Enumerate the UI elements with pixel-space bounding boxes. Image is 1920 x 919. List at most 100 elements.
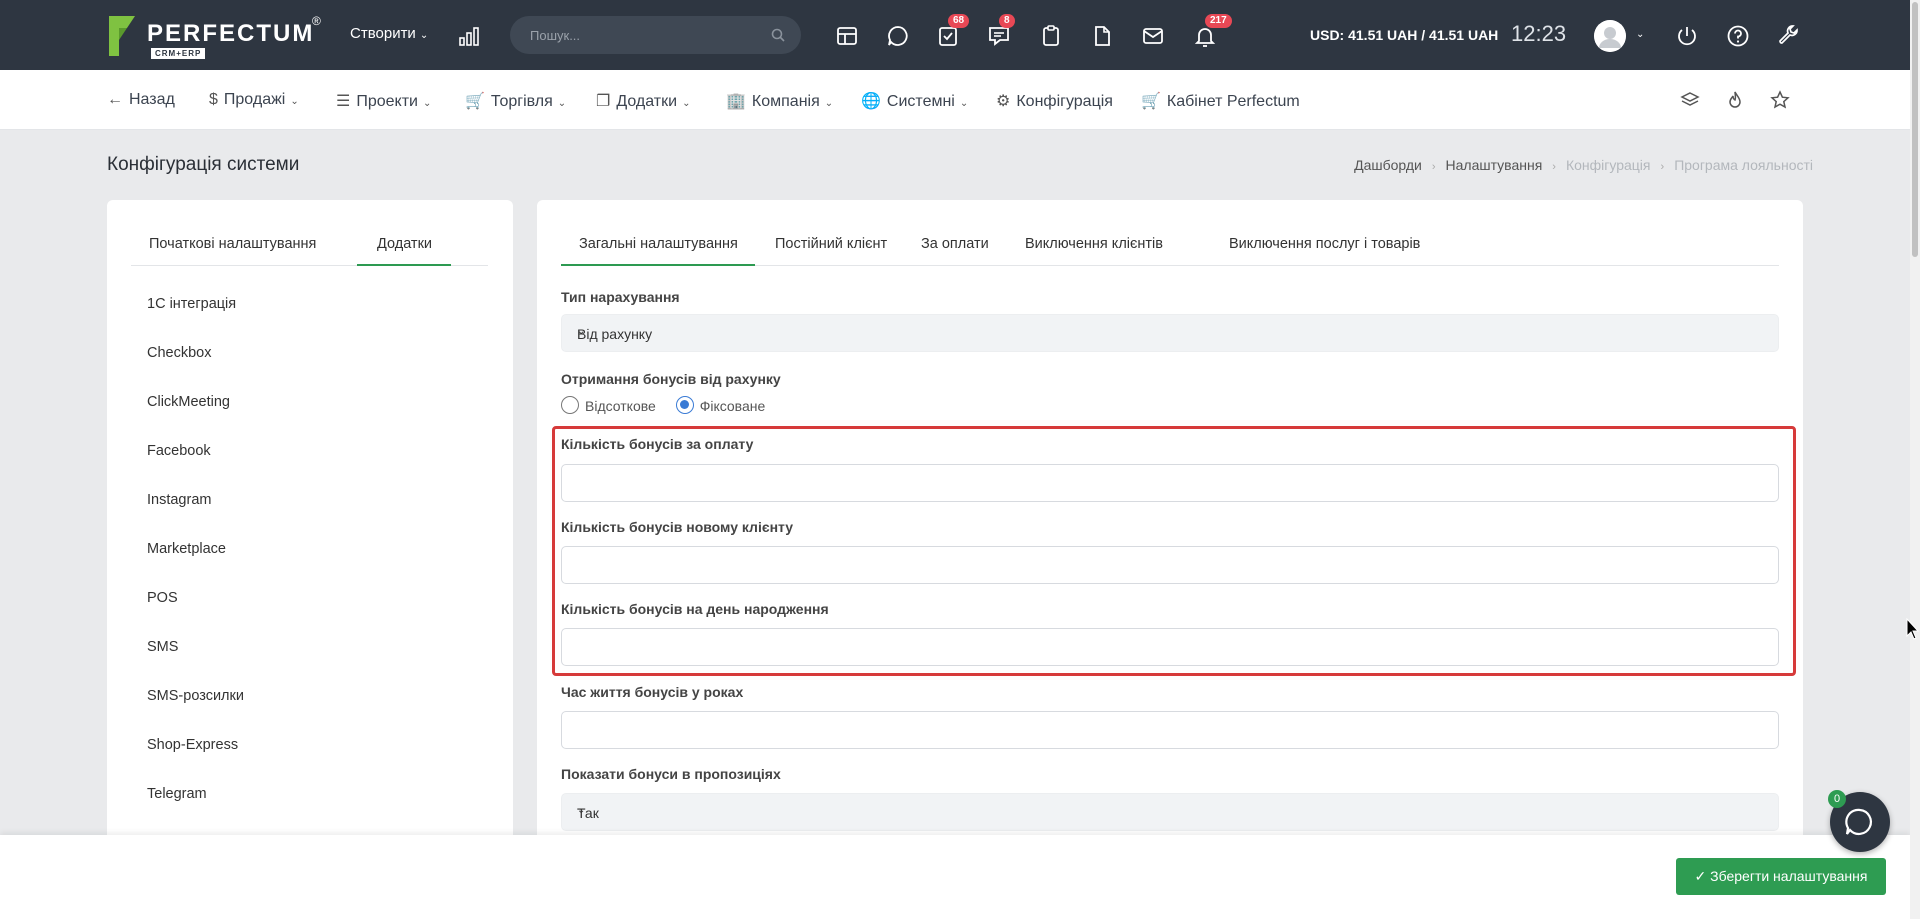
radio-fixed-label[interactable]: Фіксоване xyxy=(700,398,766,414)
nav-sales[interactable]: $ Продажі ⌄ xyxy=(209,91,299,109)
sidebar-item-instagram[interactable]: Instagram xyxy=(147,492,211,508)
bell-icon[interactable]: 217 xyxy=(1193,14,1232,48)
sidebar-item-shop-express[interactable]: Shop-Express xyxy=(147,737,238,753)
accrual-type-label: Тип нарахування xyxy=(561,289,680,305)
nav-back[interactable]: ← Назад xyxy=(107,91,175,109)
sidebar-item-telegram[interactable]: Telegram xyxy=(147,786,207,802)
avatar[interactable] xyxy=(1594,20,1626,52)
clipboard-icon[interactable] xyxy=(1039,24,1063,48)
wrench-icon[interactable] xyxy=(1777,24,1801,48)
create-menu-button[interactable]: Створити ⌄ xyxy=(350,25,428,42)
sidebar-item-sms[interactable]: SMS xyxy=(147,639,178,655)
currency-rate: USD: 41.51 UAH / 41.51 UAH xyxy=(1310,27,1499,43)
scrollbar-thumb[interactable] xyxy=(1912,2,1918,257)
page-title: Конфігурація системи xyxy=(107,154,300,175)
document-icon[interactable] xyxy=(1090,24,1114,48)
cart-icon: 🛒 xyxy=(1141,93,1161,110)
nav-company[interactable]: 🏢 Компанія ⌄ xyxy=(726,91,833,111)
bonus-lifetime-input[interactable] xyxy=(561,711,1779,749)
nav-cabinet[interactable]: 🛒 Кабінет Perfectum xyxy=(1141,91,1300,111)
search-box xyxy=(510,16,801,54)
chevron-down-icon: ⌄ xyxy=(577,326,586,337)
bar-chart-icon[interactable] xyxy=(459,26,481,46)
messages-badge: 8 xyxy=(999,14,1015,28)
top-bar: PERFECTUM ® CRM+ERP Створити⌄ 68 8 xyxy=(0,0,1910,70)
nav-cabinet-label: Кабінет Perfectum xyxy=(1166,93,1300,110)
bonus-receive-label: Отримання бонусів від рахунку xyxy=(561,371,781,387)
breadcrumb-item[interactable]: Налаштування xyxy=(1446,157,1543,173)
nav-back-label: Назад xyxy=(129,91,175,108)
nav-trade[interactable]: 🛒 Торгівля ⌄ xyxy=(465,91,566,111)
chevron-right-icon: › xyxy=(1431,161,1436,173)
tab-client-exclusions[interactable]: Виключення клієнтів xyxy=(1025,236,1163,252)
accrual-type-select[interactable]: Від рахунку ⌄ xyxy=(561,314,1779,352)
chevron-down-icon: ⌄ xyxy=(824,98,834,109)
sidebar-item-facebook[interactable]: Facebook xyxy=(147,443,211,459)
breadcrumb-item-current: Програма лояльності xyxy=(1674,157,1813,173)
table-icon[interactable] xyxy=(835,24,859,48)
nav-config[interactable]: ⚙ Конфігурація xyxy=(996,91,1113,111)
chat-widget-button[interactable]: 0 xyxy=(1828,790,1890,852)
tab-general-settings[interactable]: Загальні налаштування xyxy=(579,236,738,252)
chat-badge: 0 xyxy=(1828,790,1846,808)
breadcrumb-item[interactable]: Конфігурація xyxy=(1566,157,1651,173)
help-icon[interactable] xyxy=(1726,24,1750,48)
chevron-right-icon: › xyxy=(1660,161,1665,173)
fire-icon[interactable] xyxy=(1725,90,1745,110)
dollar-icon: $ xyxy=(209,91,218,108)
mail-icon[interactable] xyxy=(1141,24,1165,48)
sidebar-item-checkbox[interactable]: Checkbox xyxy=(147,345,211,361)
tab-for-payments[interactable]: За оплати xyxy=(921,236,989,252)
tab-addons[interactable]: Додатки xyxy=(377,236,432,252)
chevron-down-icon: ⌄ xyxy=(290,96,299,107)
perfectum-logo[interactable]: PERFECTUM ® CRM+ERP xyxy=(107,14,327,60)
sidebar-item-1c[interactable]: 1С інтеграція xyxy=(147,296,236,312)
chevron-right-icon: › xyxy=(1552,161,1556,173)
logo-registered-mark: ® xyxy=(312,14,321,28)
power-icon[interactable] xyxy=(1675,24,1699,48)
chevron-down-icon[interactable]: ⌄ xyxy=(1636,29,1644,40)
nav-system-label: Системні xyxy=(886,93,955,110)
globe-icon: 🌐 xyxy=(861,93,881,110)
star-icon[interactable] xyxy=(1770,90,1790,110)
logo-subtitle: CRM+ERP xyxy=(151,48,206,59)
search-input[interactable] xyxy=(530,26,760,44)
chevron-down-icon: ⌄ xyxy=(557,98,567,109)
logo-mark-icon xyxy=(109,16,135,56)
layers-icon: ☰ xyxy=(336,93,351,110)
chevron-down-icon: ⌄ xyxy=(959,98,969,109)
tab-regular-client[interactable]: Постійний клієнт xyxy=(775,236,887,252)
show-bonus-label: Показати бонуси в пропозиціях xyxy=(561,766,781,782)
sidebar-item-pos[interactable]: POS xyxy=(147,590,178,606)
radio-fixed[interactable] xyxy=(675,396,694,415)
chevron-down-icon: ⌄ xyxy=(422,98,432,109)
chevron-down-icon: ⌄ xyxy=(577,805,586,816)
clock: 12:23 xyxy=(1511,21,1567,46)
nav-sales-label: Продажі xyxy=(223,91,286,108)
nav-config-label: Конфігурація xyxy=(1016,93,1113,110)
sidebar-item-sms-mailing[interactable]: SMS-розсилки xyxy=(147,688,244,704)
chat-icon[interactable] xyxy=(886,24,910,48)
tab-product-exclusions[interactable]: Виключення послуг і товарів xyxy=(1229,236,1420,252)
sidebar-item-marketplace[interactable]: Marketplace xyxy=(147,541,226,557)
nav-system[interactable]: 🌐 Системні ⌄ xyxy=(861,91,968,111)
settings-tabs: Загальні налаштування Постійний клієнт З… xyxy=(561,200,1779,266)
tasks-icon[interactable]: 68 xyxy=(936,14,970,48)
building-icon: 🏢 xyxy=(726,93,746,110)
save-settings-button[interactable]: ✓ Зберегти налаштування xyxy=(1676,858,1886,895)
tab-initial-settings[interactable]: Початкові налаштування xyxy=(149,236,316,252)
arrow-left-icon: ← xyxy=(107,91,123,108)
breadcrumb-item[interactable]: Дашборди xyxy=(1354,157,1422,173)
nav-projects[interactable]: ☰ Проекти ⌄ xyxy=(336,91,431,111)
show-bonus-select[interactable]: Так ⌄ xyxy=(561,793,1779,831)
nav-trade-label: Торгівля xyxy=(490,93,553,110)
active-tab-indicator xyxy=(357,264,451,266)
radio-percent[interactable] xyxy=(561,396,579,415)
nav-addons[interactable]: ❐ Додатки ⌄ xyxy=(596,91,690,111)
sidebar-item-clickmeeting[interactable]: ClickMeeting xyxy=(147,394,230,410)
layers-icon[interactable] xyxy=(1680,90,1700,110)
search-icon[interactable] xyxy=(771,28,785,42)
radio-percent-label[interactable]: Відсоткове xyxy=(585,398,656,414)
messages-icon[interactable]: 8 xyxy=(987,14,1015,48)
bonus-lifetime-label: Час життя бонусів у роках xyxy=(561,684,744,700)
